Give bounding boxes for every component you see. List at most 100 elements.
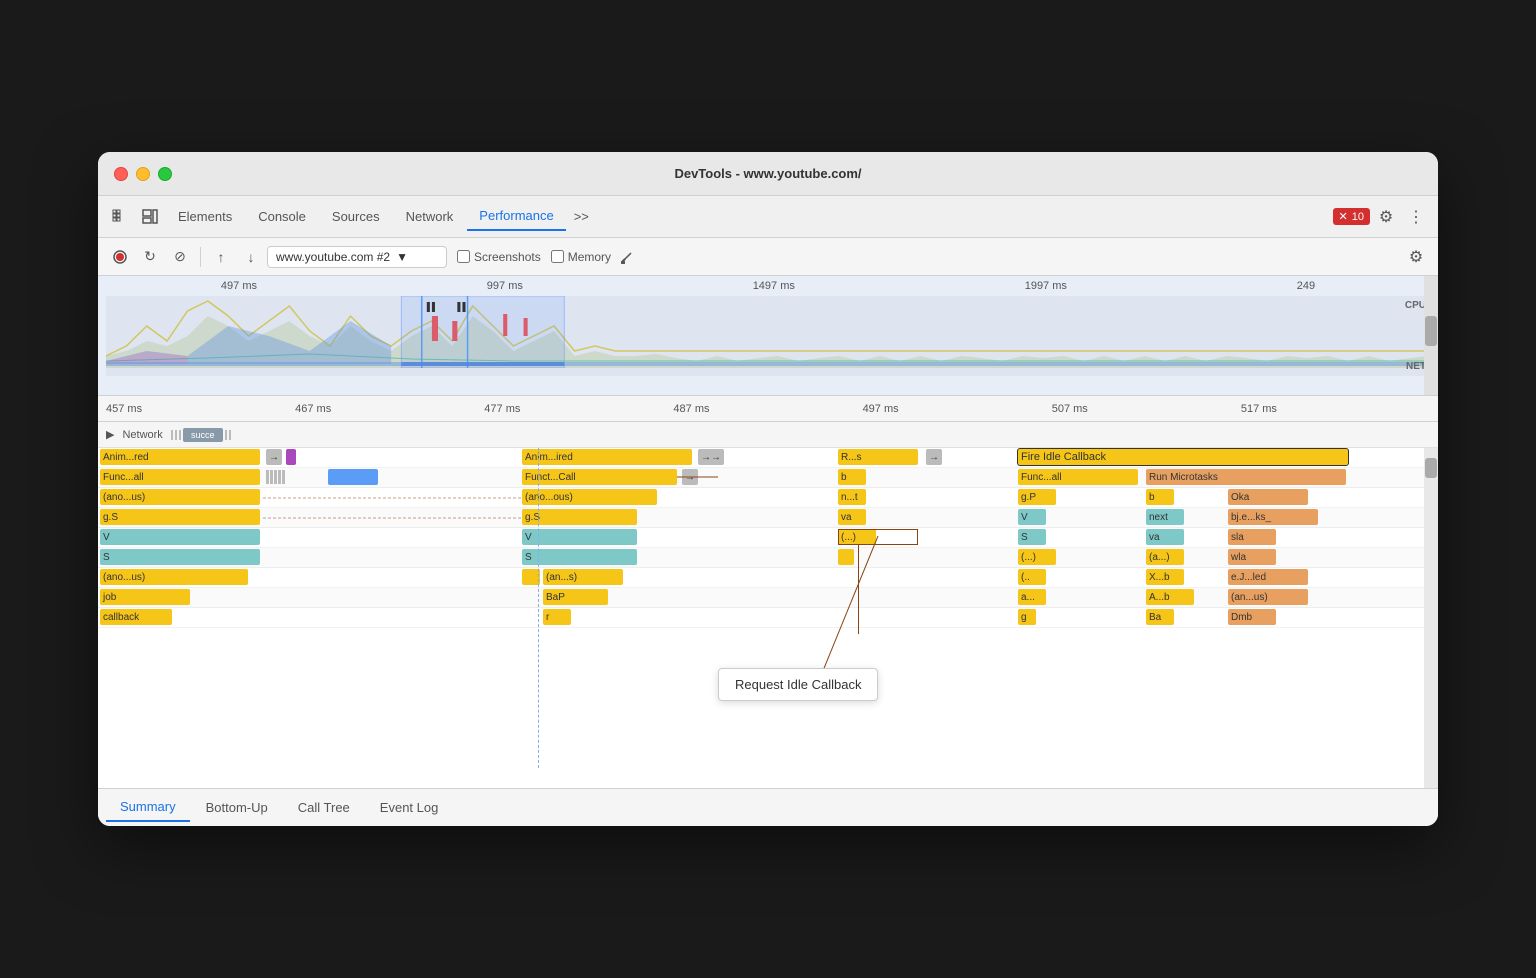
- func-all-block-1[interactable]: Func...all: [100, 469, 260, 485]
- toolbar-gear-icon[interactable]: ⚙: [1402, 243, 1430, 271]
- time-label-4: 1997 ms: [1025, 280, 1067, 292]
- a-block[interactable]: (a...): [1146, 549, 1184, 565]
- a-dot-block[interactable]: a...: [1018, 589, 1046, 605]
- flame-row-2: (ano...us) (ano...ous) n...t g.P b Oka: [98, 488, 1438, 508]
- next-block[interactable]: next: [1146, 509, 1184, 525]
- cursor-icon[interactable]: [106, 203, 134, 231]
- s-block-1[interactable]: S: [1018, 529, 1046, 545]
- oka-block[interactable]: Oka: [1228, 489, 1308, 505]
- funct-call-block[interactable]: Funct...Call: [522, 469, 677, 485]
- an-us-block[interactable]: (an...us): [1228, 589, 1308, 605]
- wla-block[interactable]: wla: [1228, 549, 1276, 565]
- bjeks-block[interactable]: bj.e...ks_: [1228, 509, 1318, 525]
- inspect-icon[interactable]: [136, 203, 164, 231]
- network-tick-2: [175, 430, 177, 440]
- url-selector[interactable]: www.youtube.com #2 ▼: [267, 246, 447, 268]
- v-block-2[interactable]: V: [100, 529, 260, 545]
- tab-summary[interactable]: Summary: [106, 793, 190, 822]
- flame-scrollbar[interactable]: [1424, 448, 1438, 788]
- va-block-2[interactable]: va: [1146, 529, 1184, 545]
- flame-row-1: Func...all Funct...Call → b Func...all R…: [98, 468, 1438, 488]
- network-success-block[interactable]: succe: [183, 428, 223, 442]
- memory-checkbox[interactable]: [551, 250, 564, 263]
- minimize-button[interactable]: [136, 167, 150, 181]
- v-block-1[interactable]: V: [1018, 509, 1046, 525]
- blue-block[interactable]: [328, 469, 378, 485]
- ano-us-block-1[interactable]: (ano...us): [100, 489, 260, 505]
- v-block-3[interactable]: V: [522, 529, 637, 545]
- time-mark-6: 507 ms: [1052, 403, 1241, 415]
- gs-block-2[interactable]: g.S: [522, 509, 637, 525]
- reload-button[interactable]: ↻: [136, 243, 164, 271]
- tab-performance[interactable]: Performance: [467, 202, 565, 231]
- anim-ired-block[interactable]: Anim...ired: [522, 449, 692, 465]
- pause-block[interactable]: [286, 449, 296, 465]
- tab-bottom-up[interactable]: Bottom-Up: [192, 794, 282, 821]
- flame-scroll-thumb[interactable]: [1425, 458, 1437, 478]
- run-microtasks-block[interactable]: Run Microtasks: [1146, 469, 1346, 485]
- ejled-block[interactable]: e.J...led: [1228, 569, 1308, 585]
- r-block[interactable]: r: [543, 609, 571, 625]
- screenshots-label: Screenshots: [474, 250, 541, 264]
- dmb-block[interactable]: Dmb: [1228, 609, 1276, 625]
- upload-button[interactable]: ↑: [207, 243, 235, 271]
- s-block-3[interactable]: S: [522, 549, 637, 565]
- n-t-block[interactable]: n...t: [838, 489, 866, 505]
- paren-block-2[interactable]: (...): [1018, 549, 1056, 565]
- more-options-icon[interactable]: ⋮: [1402, 203, 1430, 231]
- yellow-sm2[interactable]: [522, 569, 540, 585]
- s-block-2[interactable]: S: [100, 549, 260, 565]
- dotdot-block[interactable]: (..: [1018, 569, 1046, 585]
- ano-us-block-2[interactable]: (ano...us): [100, 569, 248, 585]
- net-label: NET: [1406, 361, 1426, 372]
- callback-block[interactable]: callback: [100, 609, 172, 625]
- job-block[interactable]: job: [100, 589, 190, 605]
- va-block-1[interactable]: va: [838, 509, 866, 525]
- flame-chart[interactable]: Anim...red → Anim...ired →→ R...s → Fire…: [98, 448, 1438, 788]
- clear-button[interactable]: ⊘: [166, 243, 194, 271]
- timeline-scroll-thumb[interactable]: [1425, 316, 1437, 346]
- sla-block[interactable]: sla: [1228, 529, 1276, 545]
- fire-idle-callback-block[interactable]: Fire Idle Callback: [1018, 449, 1348, 465]
- gp-block[interactable]: g.P: [1018, 489, 1056, 505]
- tab-elements[interactable]: Elements: [166, 203, 244, 230]
- timeline-scrollbar[interactable]: [1424, 276, 1438, 395]
- tab-call-tree[interactable]: Call Tree: [284, 794, 364, 821]
- maximize-button[interactable]: [158, 167, 172, 181]
- time-mark-5: 497 ms: [863, 403, 1052, 415]
- ab-block[interactable]: A...b: [1146, 589, 1194, 605]
- tab-console[interactable]: Console: [246, 203, 318, 230]
- b-block-1[interactable]: b: [838, 469, 866, 485]
- yellow-sm-block[interactable]: [838, 549, 854, 565]
- an-s-block[interactable]: (an...s): [543, 569, 623, 585]
- error-badge: ✕ 10: [1333, 208, 1370, 225]
- xb-block[interactable]: X...b: [1146, 569, 1184, 585]
- rs-block[interactable]: R...s: [838, 449, 918, 465]
- tab-sources[interactable]: Sources: [320, 203, 392, 230]
- download-button[interactable]: ↓: [237, 243, 265, 271]
- network-expand-icon[interactable]: ▶: [106, 428, 114, 441]
- broom-button[interactable]: [613, 243, 641, 271]
- cpu-label: CPU: [1405, 300, 1426, 311]
- ba-block[interactable]: Ba: [1146, 609, 1174, 625]
- network-label: Network: [122, 429, 162, 441]
- anim-red-block-1[interactable]: Anim...red: [100, 449, 260, 465]
- arrow-2: →→: [698, 449, 724, 465]
- gs-block-1[interactable]: g.S: [100, 509, 260, 525]
- record-button[interactable]: [106, 243, 134, 271]
- tab-event-log[interactable]: Event Log: [366, 794, 453, 821]
- more-tabs-button[interactable]: >>: [568, 205, 595, 228]
- bap-block[interactable]: BaP: [543, 589, 608, 605]
- b-block-2[interactable]: b: [1146, 489, 1174, 505]
- tab-network[interactable]: Network: [394, 203, 466, 230]
- screenshots-checkbox[interactable]: [457, 250, 470, 263]
- ano-ous-block[interactable]: (ano...ous): [522, 489, 657, 505]
- close-button[interactable]: [114, 167, 128, 181]
- func-all-block-2[interactable]: Func...all: [1018, 469, 1138, 485]
- devtools-tabbar: Elements Console Sources Network Perform…: [98, 196, 1438, 238]
- g-block[interactable]: g: [1018, 609, 1036, 625]
- settings-gear-icon[interactable]: ⚙: [1372, 203, 1400, 231]
- flame-row-3: g.S g.S va V next bj.e...ks_: [98, 508, 1438, 528]
- memory-checkbox-group: Memory: [551, 250, 611, 264]
- timeline-overview[interactable]: 497 ms 997 ms 1497 ms 1997 ms 249: [98, 276, 1438, 396]
